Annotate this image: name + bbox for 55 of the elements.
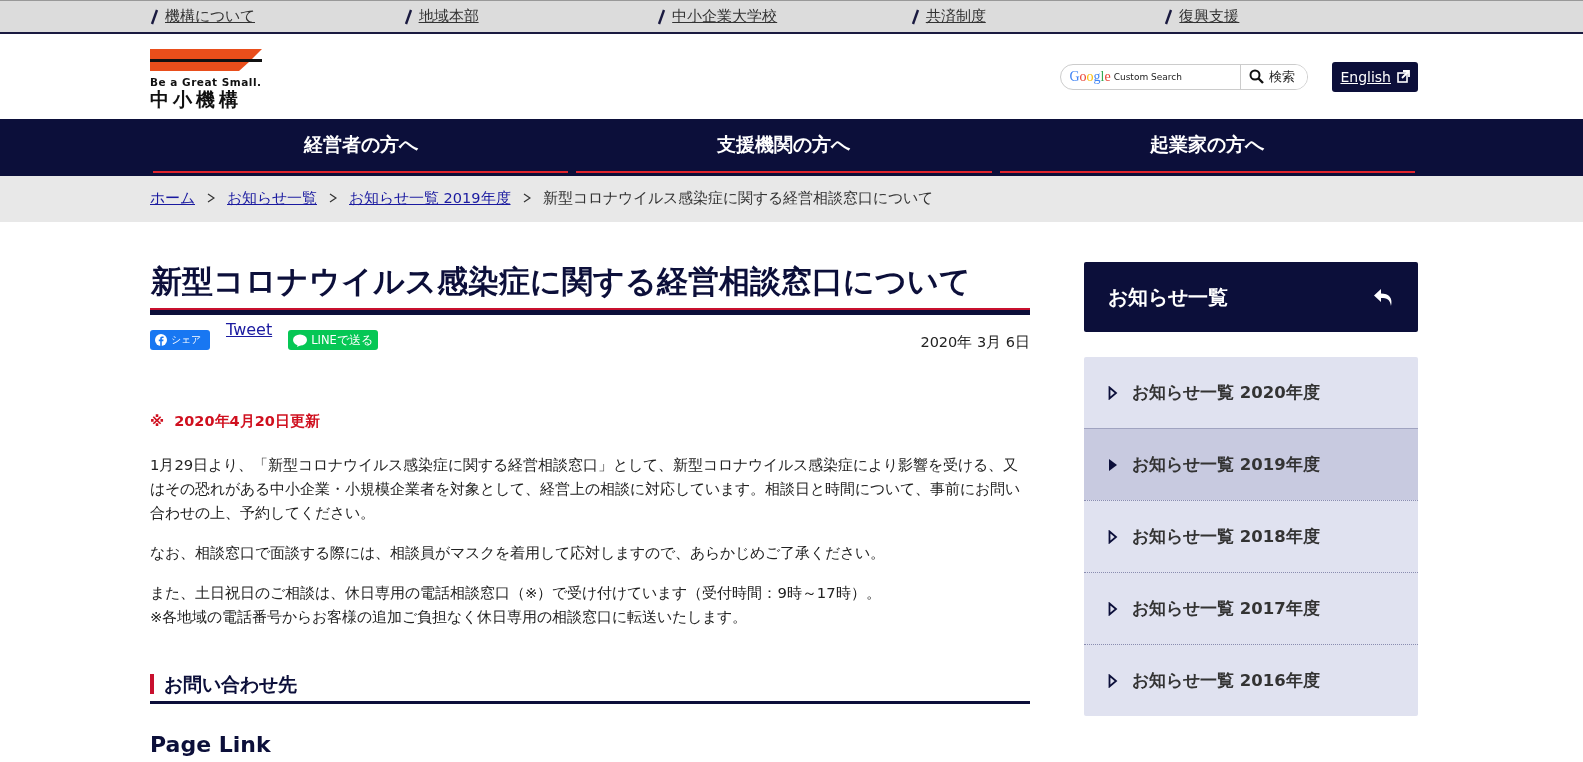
search-icon xyxy=(1249,69,1265,84)
facebook-icon xyxy=(155,334,167,346)
slash-icon xyxy=(1164,7,1174,26)
triangle-icon xyxy=(1108,529,1118,544)
breadcrumb-link[interactable]: お知らせ一覧 2019年度 xyxy=(349,188,511,208)
main-nav-link[interactable]: 支援機関の方へ xyxy=(576,119,992,173)
sidebar-item[interactable]: お知らせ一覧 2018年度 xyxy=(1084,500,1418,572)
logo-stripes-icon xyxy=(150,49,262,73)
accent-bar xyxy=(150,674,154,694)
speech-bubble-icon xyxy=(293,333,308,347)
sidebar-title-panel[interactable]: お知らせ一覧 xyxy=(1084,262,1418,332)
slash-icon xyxy=(403,7,413,26)
tweet-link[interactable]: Tweet xyxy=(226,320,273,339)
section-heading: お問い合わせ先 xyxy=(164,673,297,695)
sidebar-item[interactable]: お知らせ一覧 2016年度 xyxy=(1084,644,1418,716)
chevron-icon xyxy=(522,193,531,203)
top-link[interactable]: 機構について xyxy=(165,7,255,26)
breadcrumb-current: 新型コロナウイルス感染症に関する経営相談窓口について xyxy=(542,188,933,208)
main-nav-link[interactable]: 経営者の方へ xyxy=(153,119,569,173)
triangle-icon xyxy=(1108,601,1118,616)
logo-text: 中小機構 xyxy=(150,88,243,110)
section-heading: Page Link xyxy=(150,732,272,757)
sidebar-title: お知らせ一覧 xyxy=(1108,283,1228,311)
main-nav-link[interactable]: 起業家の方へ xyxy=(999,119,1415,173)
paragraph: また、土日祝日のご相談は、休日専用の電話相談窓口（※）で受け付けています（受付時間：9時～17時）。 ※各地域の電話番号からお客様の追加ご負担なく休日専用の相談窓口に転送いたします。 xyxy=(150,583,882,627)
sidebar-item[interactable]: お知らせ一覧 2019年度 xyxy=(1084,428,1418,500)
sidebar-item[interactable]: お知らせ一覧 2017年度 xyxy=(1084,572,1418,644)
triangle-icon xyxy=(1108,385,1118,400)
article-date: 2020年 3月 6日 xyxy=(920,333,1030,352)
paragraph: なお、相談窓口で面談する際には、相談員がマスクを着用して応対しますので、あらかじめご了承ください。 xyxy=(150,543,886,563)
sidebar-item[interactable]: お知らせ一覧 2020年度 xyxy=(1084,357,1418,428)
return-arrow-icon xyxy=(1372,287,1394,307)
paragraph: 1月29日より、「新型コロナウイルス感染症に関する経営相談窓口」として、新型コロナウイルス感染症により影響を受ける、又はその恐れがある中小企業・小規模企業者を対象として、経営上の相談に対応しています。相談日と時間について、事前にお問い合わせの上、予約してください。 xyxy=(150,455,1021,523)
chevron-icon xyxy=(329,193,337,203)
slash-icon xyxy=(657,7,667,26)
chevron-icon xyxy=(207,193,215,203)
triangle-icon xyxy=(1108,673,1118,688)
external-link-icon xyxy=(1397,70,1410,83)
logo-tagline: Be a Great Small. xyxy=(150,76,262,88)
slash-icon xyxy=(150,7,159,26)
top-link[interactable]: 中小企業大学校 xyxy=(672,7,778,26)
google-logo: Google xyxy=(1069,68,1111,85)
english-link[interactable]: English xyxy=(1332,61,1418,92)
facebook-share-button[interactable]: シェア xyxy=(150,330,210,350)
top-link[interactable]: 地域本部 xyxy=(418,7,479,26)
article-title: 新型コロナウイルス感染症に関する経営相談窓口について xyxy=(150,263,972,301)
top-link[interactable]: 共済制度 xyxy=(925,7,986,26)
update-note: ※ 2020年4月20日更新 xyxy=(150,412,321,431)
search-button[interactable]: 検索 xyxy=(1240,64,1308,89)
search-placeholder: Custom Search xyxy=(1113,71,1182,82)
top-link[interactable]: 復興支援 xyxy=(1179,7,1240,26)
breadcrumb-link[interactable]: ホーム xyxy=(150,188,195,208)
breadcrumb-link[interactable]: お知らせ一覧 xyxy=(227,188,317,208)
triangle-icon xyxy=(1108,457,1118,472)
slash-icon xyxy=(910,7,920,26)
